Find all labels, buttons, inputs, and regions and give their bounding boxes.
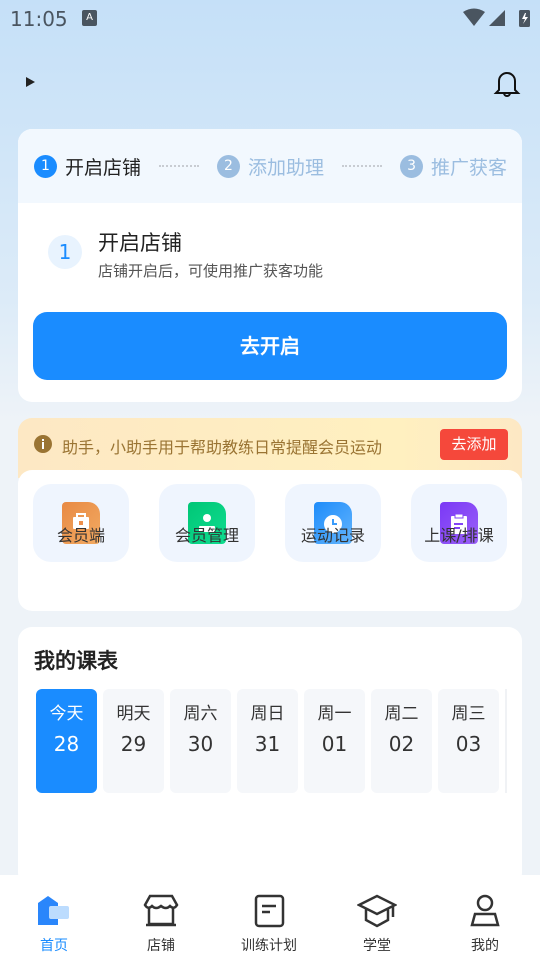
day-cell[interactable]: 今天 28 [36, 689, 97, 793]
step-detail-subtitle: 店铺开启后，可使用推广获客功能 [98, 262, 324, 280]
nav-store[interactable]: 店铺 [107, 875, 215, 955]
step-label[interactable]: 开启店铺 [65, 153, 141, 180]
add-assistant-button[interactable]: 去添加 [440, 429, 508, 460]
system-icons [463, 8, 530, 27]
day-date: 28 [53, 732, 80, 756]
step-number: 2 [217, 154, 241, 178]
day-date: 30 [187, 732, 214, 756]
bell-icon[interactable] [492, 68, 522, 98]
step-number: 3 [400, 154, 424, 178]
bottom-nav: 首页 店铺 训练计划 学堂 我的 [0, 875, 540, 960]
day-cell[interactable]: 周二 02 [371, 689, 432, 793]
more-days-edge [505, 689, 507, 793]
banner-text: 助手，小助手用于帮助教练日常提醒会员运动 [62, 438, 383, 457]
step-divider [159, 165, 200, 167]
shortcut-label: 会员管理 [174, 526, 239, 545]
status-bar: 11:05 A [0, 0, 540, 36]
store-setup-card: 1 开启店铺 2 添加助理 3 推广获客 1 开启店铺 店铺开启后，可使用推广获… [18, 129, 522, 402]
day-label: 周二 [384, 704, 419, 724]
nav-profile[interactable]: 我的 [431, 875, 539, 955]
day-date: 31 [254, 732, 281, 756]
home-icon [38, 896, 69, 925]
user-icon [470, 894, 500, 927]
step-label[interactable]: 推广获客 [431, 153, 507, 180]
shortcut-label: 上课/排课 [424, 526, 494, 545]
step-detail-title: 开启店铺 [98, 231, 182, 255]
store-icon [143, 894, 179, 927]
day-label: 周三 [451, 704, 486, 724]
status-time: 11:05 [10, 7, 68, 31]
nav-label: 我的 [471, 938, 499, 954]
day-label: 今天 [49, 704, 84, 724]
day-date: 01 [321, 732, 348, 756]
nav-training-plan[interactable]: 训练计划 [215, 875, 323, 955]
day-cell[interactable]: 周三 03 [438, 689, 499, 793]
nav-home[interactable]: 首页 [0, 875, 108, 955]
step-divider [342, 165, 383, 167]
day-cell[interactable]: 周日 31 [237, 689, 298, 793]
nav-label: 训练计划 [241, 938, 297, 954]
plan-icon [254, 894, 285, 928]
steps-row: 1 开启店铺 2 添加助理 3 推广获客 [18, 129, 522, 203]
nav-academy[interactable]: 学堂 [323, 875, 431, 955]
step-label[interactable]: 添加助理 [248, 153, 324, 180]
signal-icon [489, 10, 505, 26]
day-label: 周日 [250, 704, 285, 724]
day-label: 周六 [183, 704, 218, 724]
shortcut-label: 会员端 [56, 526, 105, 545]
nav-label: 店铺 [147, 938, 175, 954]
play-triangle-icon[interactable] [25, 76, 37, 88]
day-label: 周一 [317, 704, 352, 724]
shortcut-label: 运动记录 [300, 526, 365, 545]
nav-label: 学堂 [363, 938, 391, 954]
schedule-title: 我的课表 [34, 649, 118, 673]
wifi-icon [463, 8, 485, 26]
nav-label: 首页 [40, 938, 68, 954]
day-date: 02 [388, 732, 415, 756]
day-date: 03 [455, 732, 482, 756]
schedule-card: 我的课表 今天 28 明天 29 周六 30 周日 31 周一 01 周二 02 周三 03 [18, 627, 522, 887]
step-number: 1 [34, 154, 57, 178]
open-store-button[interactable]: 去开启 [33, 312, 507, 380]
shortcuts-card: 助手，小助手用于帮助教练日常提醒会员运动 去添加 会员端 会员管理 运动记录 上… [18, 418, 522, 611]
day-label: 明天 [116, 704, 151, 724]
info-icon [34, 435, 52, 453]
notification-a-icon: A [82, 10, 97, 26]
day-cell[interactable]: 明天 29 [103, 689, 164, 793]
day-cell[interactable]: 周一 01 [304, 689, 365, 793]
graduation-cap-icon [356, 894, 398, 928]
assistant-banner: 助手，小助手用于帮助教练日常提醒会员运动 去添加 [18, 418, 522, 478]
day-cell[interactable]: 周六 30 [170, 689, 231, 793]
step-detail-number: 1 [48, 235, 82, 269]
day-date: 29 [120, 732, 147, 756]
